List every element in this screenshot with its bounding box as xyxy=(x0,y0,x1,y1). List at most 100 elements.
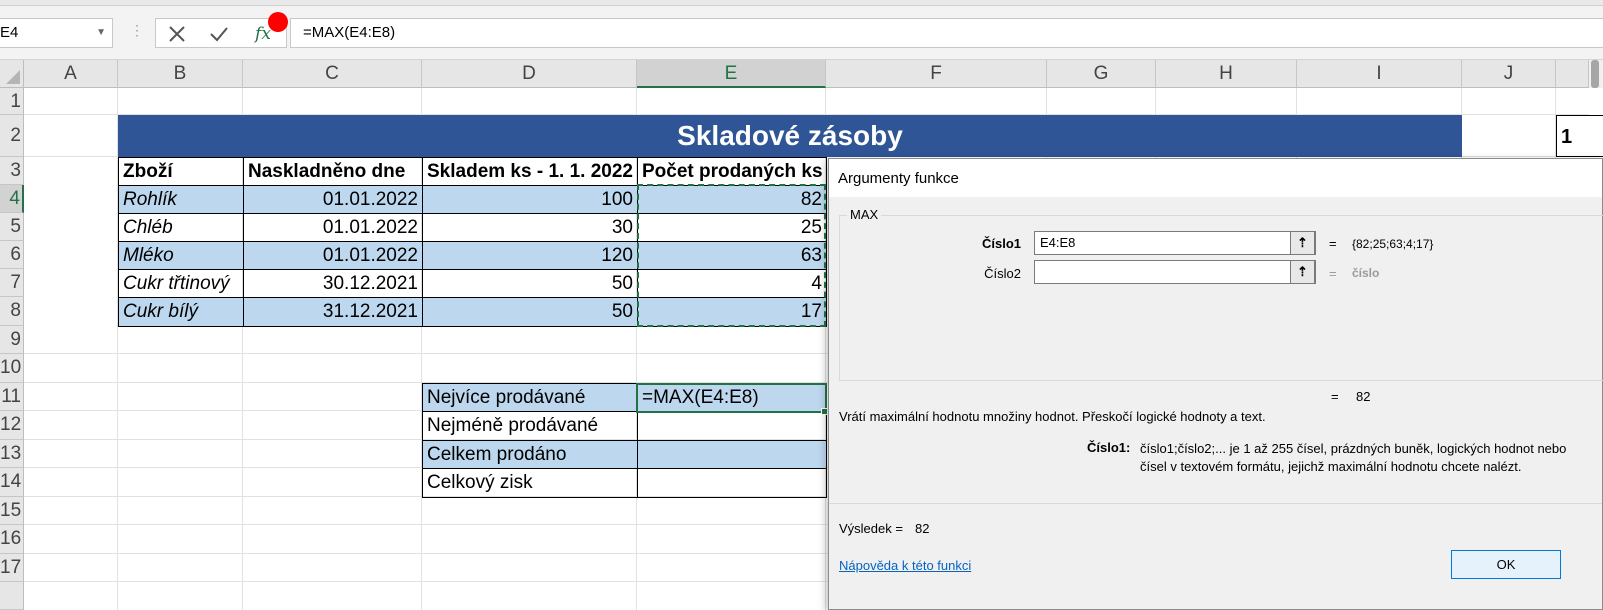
cancel-icon[interactable] xyxy=(164,21,190,47)
column-header-a[interactable]: A xyxy=(24,60,118,88)
formula-input[interactable]: =MAX(E4:E8) xyxy=(290,18,1603,48)
table-cell[interactable]: 01.01.2022 xyxy=(243,241,423,270)
column-header-f[interactable]: F xyxy=(826,60,1047,88)
row-header-7[interactable]: 7 xyxy=(0,269,24,297)
table-cell[interactable]: 30 xyxy=(422,213,638,242)
column-header-k[interactable] xyxy=(1556,60,1589,88)
dialog-title: Argumenty funkce xyxy=(838,170,959,187)
result-label: Výsledek = xyxy=(839,521,903,536)
ok-button[interactable]: OK xyxy=(1451,550,1561,579)
row-header-14[interactable]: 14 xyxy=(0,468,24,497)
table-cell[interactable]: 01.01.2022 xyxy=(243,213,423,242)
row-header-12[interactable]: 12 xyxy=(0,411,24,440)
dialog-titlebar[interactable]: Argumenty funkce xyxy=(829,159,1602,197)
name-box[interactable]: E4 ▼ xyxy=(0,18,113,48)
gridline xyxy=(24,581,828,582)
table-cell[interactable]: 17 xyxy=(637,297,827,327)
column-header-i[interactable]: I xyxy=(1297,60,1462,88)
function-description: Vrátí maximální hodnotu množiny hodnot. … xyxy=(839,409,1266,424)
result-value: 82 xyxy=(915,521,930,536)
formula-bar: E4 ▼ ⋮ fx =MAX(E4:E8) xyxy=(0,0,1603,60)
column-header-g[interactable]: G xyxy=(1047,60,1156,88)
table-cell[interactable]: 50 xyxy=(422,269,638,298)
table-cell[interactable]: Mléko xyxy=(118,241,244,270)
row-header-13[interactable]: 13 xyxy=(0,440,24,468)
row-header-1[interactable]: 1 xyxy=(0,88,24,115)
fill-handle[interactable] xyxy=(821,408,828,415)
table-cell[interactable]: 82 xyxy=(637,185,827,214)
arg1-input[interactable]: E4:E8 xyxy=(1034,231,1316,255)
row-header-18[interactable] xyxy=(0,582,24,610)
column-header-j[interactable]: J xyxy=(1462,60,1556,88)
sheet-title[interactable]: Skladové zásoby xyxy=(118,115,1462,157)
row-header-11[interactable]: 11 xyxy=(0,383,24,411)
row-header-3[interactable]: 3 xyxy=(0,157,24,185)
chevron-down-icon[interactable]: ▼ xyxy=(96,19,106,47)
arg2-input[interactable] xyxy=(1034,260,1316,284)
table-cell[interactable]: 25 xyxy=(637,213,827,242)
table-cell[interactable]: 100 xyxy=(422,185,638,214)
collapse-dialog-icon[interactable]: ⇡ xyxy=(1290,260,1315,284)
formula-result-value: 82 xyxy=(1356,389,1371,404)
summary-label[interactable]: Nejméně prodávané xyxy=(422,411,638,441)
arg2-equals: = xyxy=(1329,266,1337,281)
table-cell[interactable]: 50 xyxy=(422,297,638,327)
row-header-15[interactable]: 15 xyxy=(0,497,24,525)
row-header-4[interactable]: 4 xyxy=(0,185,24,213)
table-cell[interactable]: 4 xyxy=(637,269,827,298)
table-cell[interactable]: 120 xyxy=(422,241,638,270)
summary-label[interactable]: Celkem prodáno xyxy=(422,440,638,469)
summary-value[interactable] xyxy=(637,411,827,441)
arg2-result: číslo xyxy=(1352,266,1380,280)
column-header-h[interactable]: H xyxy=(1156,60,1297,88)
scrollbar-thumb[interactable] xyxy=(1591,60,1599,88)
summary-value[interactable]: =MAX(E4:E8) xyxy=(637,383,827,412)
row-header-16[interactable]: 16 xyxy=(0,525,24,554)
gridline xyxy=(24,524,828,525)
cell-k2[interactable]: 1 xyxy=(1556,115,1603,157)
check-icon[interactable] xyxy=(206,21,232,47)
column-header-c[interactable]: C xyxy=(243,60,422,88)
collapse-dialog-icon[interactable]: ⇡ xyxy=(1290,231,1315,255)
row-header-8[interactable]: 8 xyxy=(0,297,24,326)
column-header-b[interactable]: B xyxy=(118,60,243,88)
table-cell[interactable]: 63 xyxy=(637,241,827,270)
header-zbozi[interactable]: Zboží xyxy=(118,157,244,186)
summary-label[interactable]: Celkový zisk xyxy=(422,468,638,498)
select-all-button[interactable] xyxy=(0,60,24,88)
formula-result-equals: = xyxy=(1331,389,1339,404)
row-header-17[interactable]: 17 xyxy=(0,554,24,582)
column-header-d[interactable]: D xyxy=(422,60,637,88)
ribbon-edge xyxy=(0,0,1603,6)
table-cell[interactable]: Chléb xyxy=(118,213,244,242)
summary-value[interactable] xyxy=(637,440,827,469)
table-cell[interactable]: Rohlík xyxy=(118,185,244,214)
arg-description-name: Číslo1: xyxy=(1087,440,1131,455)
table-cell[interactable]: Cukr bílý xyxy=(118,297,244,327)
row-header-9[interactable]: 9 xyxy=(0,326,24,354)
arg2-label: Číslo2 xyxy=(984,266,1021,281)
record-indicator-icon xyxy=(268,12,288,32)
header-skladem[interactable]: Skladem ks - 1. 1. 2022 xyxy=(422,157,638,186)
row-header-6[interactable]: 6 xyxy=(0,241,24,269)
header-prodano[interactable]: Počet prodaných ks xyxy=(637,157,827,186)
row-header-2[interactable]: 2 xyxy=(0,115,24,157)
gridline xyxy=(24,553,828,554)
summary-value[interactable] xyxy=(637,468,827,498)
arg1-label: Číslo1 xyxy=(981,236,1021,251)
drag-handle-icon[interactable]: ⋮ xyxy=(130,22,144,39)
arg-description-text: číslo1;číslo2;... je 1 až 255 čísel, prá… xyxy=(1140,441,1567,474)
function-arguments-dialog: Argumenty funkce MAX Číslo1 E4:E8 ⇡ = {8… xyxy=(828,158,1603,610)
summary-label[interactable]: Nejvíce prodávané xyxy=(422,383,638,412)
row-header-10[interactable]: 10 xyxy=(0,354,24,383)
table-cell[interactable]: 31.12.2021 xyxy=(243,297,423,327)
table-cell[interactable]: 01.01.2022 xyxy=(243,185,423,214)
row-header-5[interactable]: 5 xyxy=(0,213,24,241)
arg1-equals: = xyxy=(1329,236,1337,251)
column-header-e[interactable]: E xyxy=(637,60,826,88)
help-link[interactable]: Nápověda k této funkci xyxy=(839,558,971,573)
header-naskladneno[interactable]: Naskladněno dne xyxy=(243,157,423,186)
function-name: MAX xyxy=(847,207,882,222)
table-cell[interactable]: Cukr třtinový xyxy=(118,269,244,298)
table-cell[interactable]: 30.12.2021 xyxy=(243,269,423,298)
